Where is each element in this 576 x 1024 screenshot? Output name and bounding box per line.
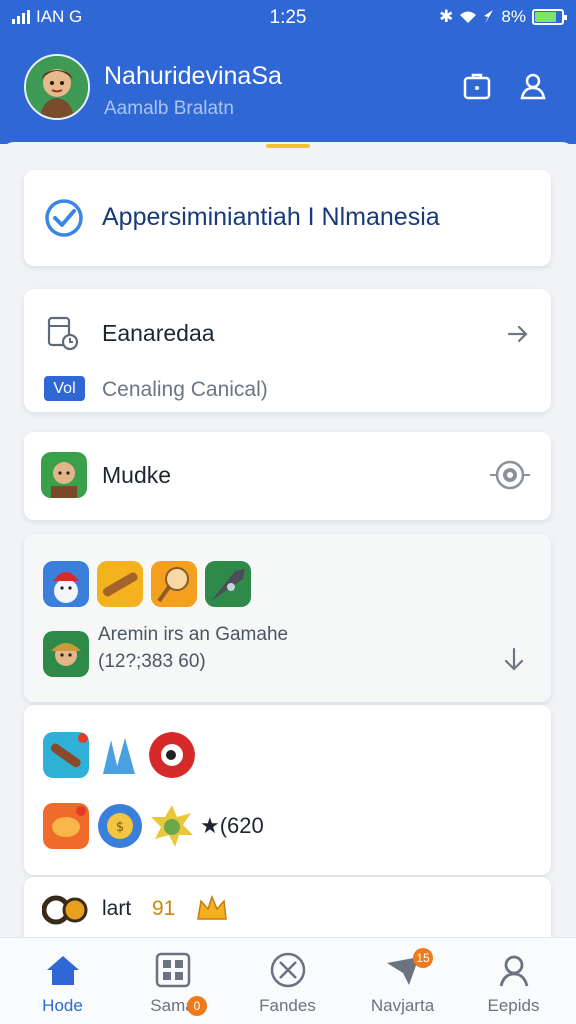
app-explorer-icon[interactable] <box>43 631 89 677</box>
app-header: NahuridevinaSa Aamalb Bralatn <box>0 36 576 144</box>
crown-icon <box>197 894 227 920</box>
document-clock-icon <box>47 316 79 351</box>
game-card[interactable]: Mudke <box>24 432 551 520</box>
verified-title: Appersiminiantiah I Nlmanesia <box>102 203 440 231</box>
verified-card[interactable]: Appersiminiantiah I Nlmanesia <box>24 170 551 266</box>
nav-label-home: Hode <box>42 996 83 1015</box>
nav-badge-sama: 0 <box>187 996 207 1016</box>
nav-item-eepids[interactable]: Eepids <box>456 938 571 1024</box>
svg-text:$: $ <box>116 820 124 835</box>
task-title: Eanaredaa <box>102 320 215 346</box>
app-snowman-icon[interactable] <box>43 561 89 607</box>
account-button[interactable] <box>516 68 550 104</box>
app-crystal-icon[interactable] <box>97 732 143 778</box>
battery-fill <box>535 12 557 22</box>
bluetooth-icon: ✱ <box>439 7 454 26</box>
arrow-down-icon[interactable] <box>502 647 526 673</box>
app-log-icon[interactable] <box>43 732 89 778</box>
nav-label-sama: Sama <box>150 996 195 1015</box>
status-bar: IAN G 1:25 ✱ 8% <box>0 0 576 36</box>
user-icon <box>494 950 534 990</box>
user-icon <box>520 73 546 100</box>
nav-item-navjarta[interactable]: 15 Navjarta <box>345 938 460 1024</box>
status-right: ✱ 8% <box>439 7 567 27</box>
avatar[interactable] <box>24 54 90 120</box>
avatar-image <box>26 56 88 118</box>
app-racket-icon[interactable] <box>151 561 197 607</box>
nav-item-sama[interactable]: Sama 0 <box>115 938 230 1024</box>
app-burger-icon[interactable] <box>43 803 89 849</box>
app-bat-icon[interactable] <box>97 561 143 607</box>
apps-card[interactable]: Aremin irs an Gamahe (12?;383 60) <box>24 534 551 702</box>
game-app-icon[interactable] <box>41 452 87 498</box>
location-icon <box>484 10 494 24</box>
wallet-button[interactable] <box>460 68 494 104</box>
bottom-text: lart <box>102 897 132 920</box>
task-card[interactable]: Eanaredaa Vol Cenaling Canical) <box>24 289 551 412</box>
task-badge: Vol <box>44 376 85 401</box>
sheet-grip[interactable] <box>266 144 310 148</box>
profile-name: NahuridevinaSa <box>104 62 282 90</box>
battery-text: 8% <box>501 7 526 26</box>
nav-label-navjarta: Navjarta <box>370 996 435 1015</box>
grid-icon <box>153 950 193 990</box>
apps-count: (12?;383 60) <box>98 651 206 672</box>
nav-label-eepids: Eepids <box>487 996 540 1015</box>
nav-item-fandes[interactable]: Fandes <box>230 938 345 1024</box>
coins-icon <box>42 895 88 925</box>
nav-badge-navjarta: 15 <box>413 948 433 968</box>
target-icon[interactable] <box>490 458 530 492</box>
wifi-icon <box>460 11 477 23</box>
bottom-badge: 91 <box>152 897 176 920</box>
apps-title: Aremin irs an Gamahe <box>98 624 289 645</box>
app-burst-icon[interactable] <box>149 803 195 849</box>
app-blade-icon[interactable] <box>205 561 251 607</box>
app-eye-icon[interactable] <box>149 732 195 778</box>
home-icon <box>43 950 83 990</box>
check-circle-icon <box>45 199 83 237</box>
close-circle-icon <box>268 950 308 990</box>
nav-item-home[interactable]: Hode <box>5 938 120 1024</box>
app-coin-icon[interactable]: $ <box>97 803 143 849</box>
profile-subtitle: Aamalb Bralatn <box>104 98 234 119</box>
battery-icon <box>532 9 567 25</box>
bottom-nav: Hode Sama 0 Fandes 15 Navjarta Eepids <box>0 937 576 1024</box>
game-title: Mudke <box>102 462 172 488</box>
bag-icon <box>463 73 491 100</box>
rewards-star-text: ★(620 <box>200 813 264 838</box>
arrow-right-icon[interactable] <box>506 322 530 346</box>
task-subtitle: Cenaling Canical) <box>102 378 268 401</box>
rewards-card[interactable]: $ ★(620 <box>24 705 551 875</box>
nav-label-fandes: Fandes <box>259 996 316 1015</box>
